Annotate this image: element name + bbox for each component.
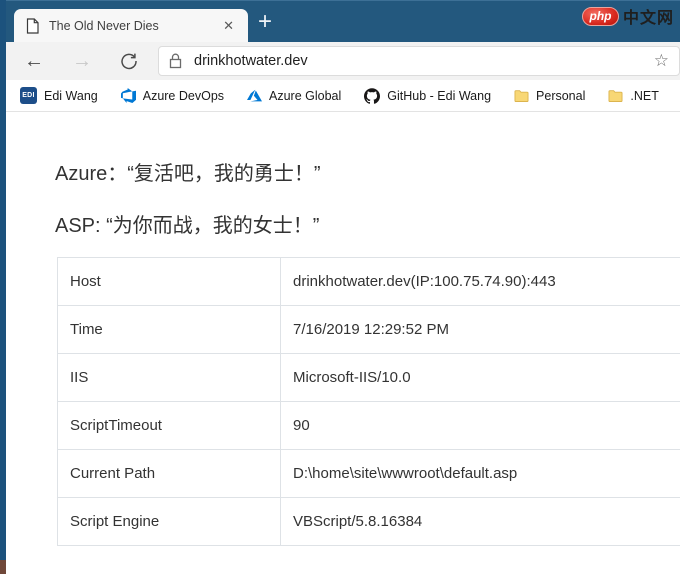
tab-close-icon[interactable]: ✕ xyxy=(219,16,238,36)
favorite-star-icon[interactable]: ☆ xyxy=(654,51,669,71)
folder-icon xyxy=(514,89,529,103)
bookmark-edi-wang[interactable]: EDI Edi Wang xyxy=(20,87,98,104)
row-key: IIS xyxy=(57,353,281,402)
edi-badge-icon: EDI xyxy=(20,87,37,104)
github-icon xyxy=(364,87,381,104)
refresh-icon[interactable] xyxy=(120,52,138,70)
bookmark-azure-devops[interactable]: Azure DevOps xyxy=(120,88,224,103)
quote-line-asp: ASP: “为你而战，我的女士！” xyxy=(55,215,320,237)
azure-devops-icon xyxy=(120,88,136,103)
back-icon[interactable]: ← xyxy=(24,51,44,71)
page-document-icon xyxy=(26,18,39,34)
row-value: 7/16/2019 12:29:52 PM xyxy=(280,305,680,354)
row-value: D:\home\site\wwwroot\default.asp xyxy=(280,449,680,498)
azure-icon xyxy=(247,88,263,103)
desktop-edge-strip-bottom xyxy=(0,560,6,574)
tab-title: The Old Never Dies xyxy=(49,19,159,33)
row-key: Script Engine xyxy=(57,497,281,546)
bookmark-folder-dotnet[interactable]: .NET xyxy=(608,89,659,103)
browser-tab[interactable]: The Old Never Dies ✕ xyxy=(14,9,248,43)
row-key: Current Path xyxy=(57,449,281,498)
row-value: VBScript/5.8.16384 xyxy=(280,497,680,546)
lock-icon[interactable] xyxy=(169,53,182,69)
quote-line-azure: Azure：“复活吧，我的勇士！” xyxy=(55,163,321,185)
table-row: IIS Microsoft-IIS/10.0 xyxy=(57,353,680,402)
php-cn-watermark: php 中文网 xyxy=(581,4,674,28)
forward-icon: → xyxy=(72,50,92,72)
row-value: 90 xyxy=(280,401,680,450)
row-value: Microsoft-IIS/10.0 xyxy=(280,353,680,402)
table-row: Host drinkhotwater.dev(IP:100.75.74.90):… xyxy=(57,257,680,306)
url-text: drinkhotwater.dev xyxy=(194,53,308,69)
row-key: ScriptTimeout xyxy=(57,401,281,450)
desktop-edge-strip xyxy=(0,0,6,574)
table-row: ScriptTimeout 90 xyxy=(57,401,680,450)
table-row: Script Engine VBScript/5.8.16384 xyxy=(57,497,680,546)
row-key: Host xyxy=(57,257,281,306)
page-content: Azure：“复活吧，我的勇士！” ASP: “为你而战，我的女士！” Host… xyxy=(6,113,680,574)
folder-icon xyxy=(608,89,623,103)
navigation-toolbar: ← → drinkhotwater.dev ☆ xyxy=(6,42,680,80)
php-logo: php xyxy=(581,6,619,26)
bookmark-azure-global[interactable]: Azure Global xyxy=(247,88,341,103)
titlebar: The Old Never Dies ✕ + php 中文网 xyxy=(0,0,680,43)
bookmark-github[interactable]: GitHub - Edi Wang xyxy=(364,87,491,104)
row-key: Time xyxy=(57,305,281,354)
new-tab-button[interactable]: + xyxy=(258,10,272,34)
bookmark-folder-personal[interactable]: Personal xyxy=(514,89,585,103)
address-bar[interactable]: drinkhotwater.dev ☆ xyxy=(158,46,680,76)
table-row: Current Path D:\home\site\wwwroot\defaul… xyxy=(57,449,680,498)
watermark-cn-text: 中文网 xyxy=(622,10,674,27)
row-value: drinkhotwater.dev(IP:100.75.74.90):443 xyxy=(280,257,680,306)
server-info-table: Host drinkhotwater.dev(IP:100.75.74.90):… xyxy=(57,257,680,546)
bookmarks-bar: EDI Edi Wang Azure DevOps Azure Global G… xyxy=(6,80,680,112)
table-row: Time 7/16/2019 12:29:52 PM xyxy=(57,305,680,354)
